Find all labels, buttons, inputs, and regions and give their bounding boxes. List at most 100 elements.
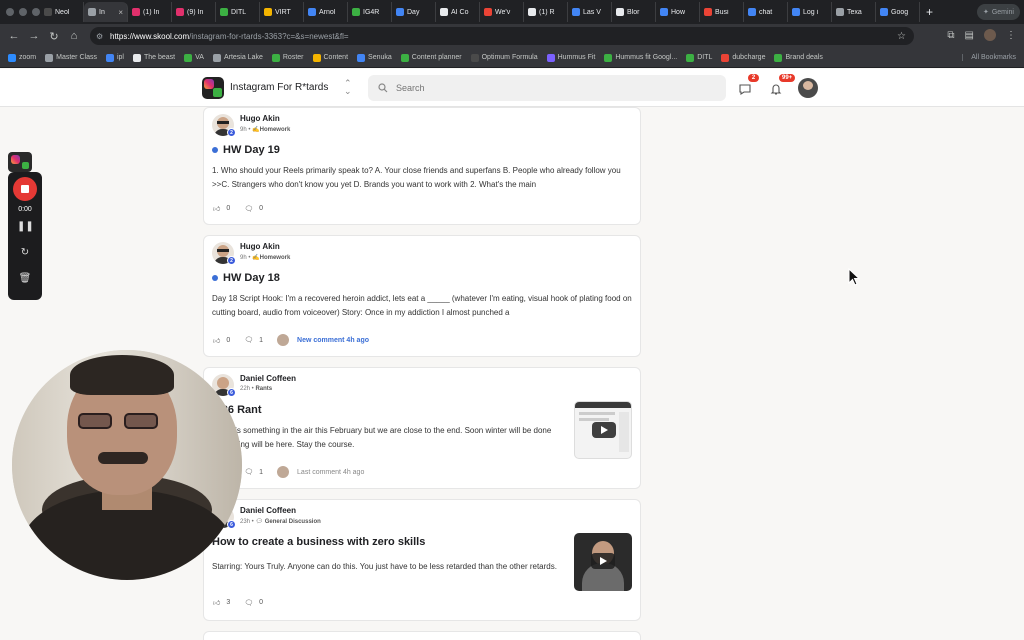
- group-logo[interactable]: [202, 77, 224, 99]
- post-category[interactable]: Homework: [260, 255, 291, 261]
- post-title[interactable]: HW Day 18: [223, 272, 280, 284]
- play-icon[interactable]: [592, 422, 616, 438]
- bookmark-item[interactable]: Content: [312, 53, 348, 62]
- browser-tab[interactable]: Busi: [700, 2, 744, 22]
- like-button[interactable]: 👍︎ 0: [213, 336, 230, 345]
- post-author[interactable]: Daniel Coffeen: [240, 506, 296, 515]
- url-bar[interactable]: ⚙ https://www.skool.com/instagram-for-rt…: [90, 27, 914, 45]
- search-bar[interactable]: [368, 75, 726, 101]
- browser-tab[interactable]: DITL: [216, 2, 260, 22]
- bookmark-item[interactable]: Optimum Formula: [470, 53, 538, 62]
- bookmark-item[interactable]: Senuka: [357, 53, 392, 62]
- browser-tab[interactable]: Log i: [788, 2, 832, 22]
- comment-button[interactable]: 🗨︎ 0: [244, 599, 263, 607]
- bookmark-item[interactable]: ipl: [105, 53, 124, 62]
- trash-icon[interactable]: 🗑︎: [17, 272, 33, 286]
- bookmark-item[interactable]: Artesia Lake: [212, 53, 263, 62]
- bookmark-item[interactable]: Roster: [271, 53, 304, 62]
- extensions-icon[interactable]: ⧉: [947, 30, 954, 41]
- bookmark-item[interactable]: Hummus fit Googl...: [604, 53, 677, 62]
- browser-tab[interactable]: In ×: [84, 2, 128, 22]
- forward-icon[interactable]: →: [24, 30, 44, 42]
- bell-icon[interactable]: [769, 82, 783, 96]
- reload-icon[interactable]: ↻: [44, 30, 64, 43]
- group-switcher-icon[interactable]: ⌃ ⌄: [344, 79, 352, 96]
- group-name[interactable]: Instagram For R*tards: [230, 82, 328, 93]
- all-bookmarks[interactable]: All Bookmarks: [962, 54, 1016, 61]
- menu-icon[interactable]: ⋮: [1006, 30, 1016, 41]
- bookmark-star-icon[interactable]: ☆: [897, 31, 906, 42]
- browser-tab[interactable]: Las V: [568, 2, 612, 22]
- browser-tab[interactable]: IG4R: [348, 2, 392, 22]
- bookmark-item[interactable]: VA: [184, 53, 204, 62]
- browser-tab[interactable]: (1) In: [128, 2, 172, 22]
- comment-button[interactable]: 🗨︎ 0: [244, 205, 263, 213]
- post-body[interactable]: Starring: Yours Truly. Anyone can do thi…: [212, 560, 562, 574]
- browser-tab[interactable]: Arnol: [304, 2, 348, 22]
- browser-tab[interactable]: Texa: [832, 2, 876, 22]
- comment-activity[interactable]: Last comment 4h ago: [297, 469, 364, 476]
- close-tab-icon[interactable]: ×: [118, 8, 123, 17]
- comment-button[interactable]: 🗨︎ 1: [244, 468, 263, 477]
- post-card[interactable]: 6 Daniel Coffeen 23h • 💬︎ General Discus…: [203, 499, 641, 621]
- browser-tab[interactable]: Day: [392, 2, 436, 22]
- video-thumbnail[interactable]: [574, 401, 632, 459]
- like-button[interactable]: 👍︎ 0: [213, 204, 230, 213]
- browser-tab[interactable]: How: [656, 2, 700, 22]
- bookmark-item[interactable]: dubcharge: [721, 53, 765, 62]
- comment-activity[interactable]: New comment 4h ago: [297, 337, 369, 344]
- bookmark-item[interactable]: Content planner: [400, 53, 462, 62]
- post-author[interactable]: Hugo Akin: [240, 114, 280, 123]
- commenter-avatar[interactable]: [277, 466, 290, 478]
- browser-tab[interactable]: (9) In: [172, 2, 216, 22]
- pause-icon[interactable]: ❚❚: [17, 220, 34, 234]
- post-author[interactable]: Daniel Coffeen: [240, 374, 296, 383]
- bookmark-item[interactable]: Master Class: [45, 53, 97, 62]
- post-title[interactable]: HW Day 19: [223, 144, 280, 156]
- site-info-icon[interactable]: ⚙: [96, 32, 103, 41]
- bookmark-item[interactable]: DITL: [686, 53, 712, 62]
- browser-tab[interactable]: (1) R: [524, 2, 568, 22]
- browser-tab[interactable]: chat: [744, 2, 788, 22]
- post-category[interactable]: General Discussion: [265, 519, 321, 525]
- like-button[interactable]: 👍︎ 3: [213, 598, 230, 607]
- bookmark-item[interactable]: zoom: [8, 53, 36, 62]
- new-tab-button[interactable]: +: [920, 5, 939, 19]
- recorder-app-icon[interactable]: [8, 152, 32, 172]
- webcam-bubble[interactable]: [12, 350, 242, 580]
- back-icon[interactable]: ←: [4, 30, 24, 42]
- restart-icon[interactable]: ↻: [17, 246, 33, 260]
- post-card[interactable]: 2 Hugo Akin 9h • ✍Homework HW Day 19 1. …: [203, 107, 641, 225]
- post-title-row[interactable]: HW Day 19: [212, 144, 280, 156]
- video-thumbnail[interactable]: [574, 533, 632, 591]
- post-author[interactable]: Hugo Akin: [240, 242, 280, 251]
- post-body[interactable]: 1. Who should your Reels primarily speak…: [212, 164, 634, 192]
- browser-tab[interactable]: Blor: [612, 2, 656, 22]
- chat-icon[interactable]: [738, 82, 752, 96]
- post-body[interactable]: Day 18 Script Hook: I'm a recovered hero…: [212, 292, 634, 320]
- post-category[interactable]: Rants: [255, 386, 272, 392]
- window-controls[interactable]: [6, 8, 40, 16]
- commenter-avatar[interactable]: [277, 334, 290, 346]
- comment-button[interactable]: 🗨︎ 1: [244, 336, 263, 345]
- browser-tab[interactable]: Neol: [40, 2, 84, 22]
- post-title-row[interactable]: How to create a business with zero skill…: [212, 536, 425, 548]
- post-card[interactable]: [203, 631, 641, 640]
- browser-tab[interactable]: AI Co: [436, 2, 480, 22]
- stop-recording-button[interactable]: [13, 177, 37, 201]
- bookmark-item[interactable]: Hummus Fit: [546, 53, 595, 62]
- bookmark-item[interactable]: Brand deals: [774, 53, 823, 62]
- bookmark-item[interactable]: The beast: [132, 53, 175, 62]
- user-avatar[interactable]: [798, 78, 818, 98]
- gemini-button[interactable]: ✦ Gemini: [976, 4, 1020, 20]
- post-title[interactable]: How to create a business with zero skill…: [212, 536, 425, 548]
- play-icon[interactable]: [591, 553, 615, 569]
- sidepanel-icon[interactable]: ▤: [965, 30, 974, 41]
- post-card[interactable]: 2 Hugo Akin 9h • ✍Homework HW Day 18 Day…: [203, 235, 641, 357]
- browser-tab[interactable]: We'v: [480, 2, 524, 22]
- browser-tab[interactable]: Goog: [876, 2, 920, 22]
- search-input[interactable]: [396, 83, 696, 93]
- post-body[interactable]: There is something in the air this Febru…: [212, 424, 562, 452]
- home-icon[interactable]: ⌂: [64, 30, 84, 42]
- post-title-row[interactable]: HW Day 18: [212, 272, 280, 284]
